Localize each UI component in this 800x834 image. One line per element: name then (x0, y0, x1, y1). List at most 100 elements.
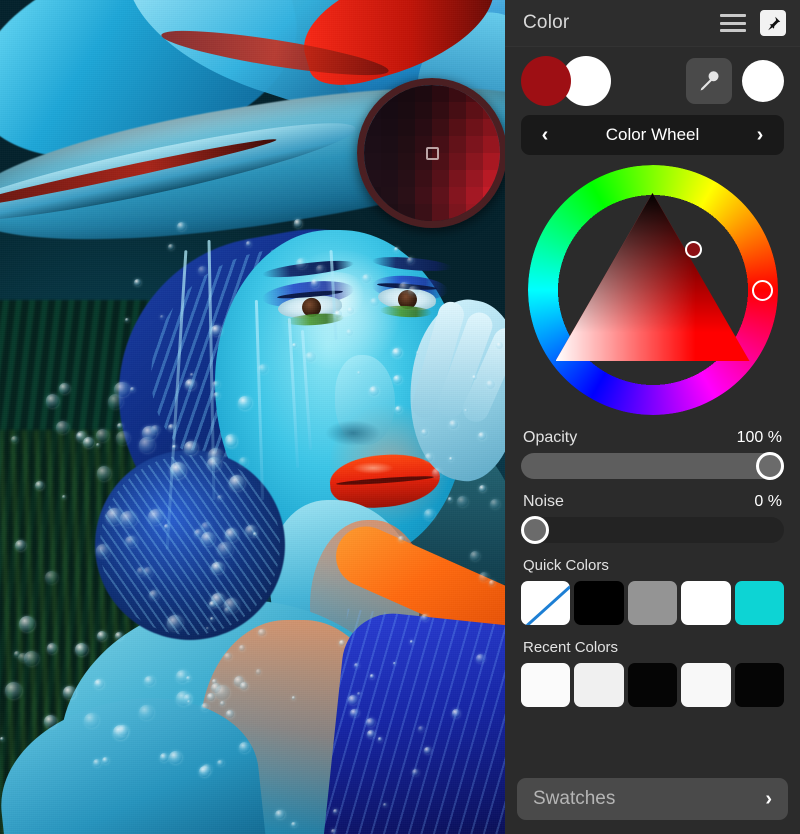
loupe-pixel (466, 136, 483, 153)
photo-bubble (377, 737, 383, 742)
quick-color-swatch-gray[interactable] (627, 581, 678, 625)
quick-color-swatch-black[interactable] (574, 581, 624, 625)
photo-bubble (291, 342, 297, 348)
next-mode-arrow[interactable]: › (750, 125, 770, 145)
loupe-pixel (364, 85, 381, 102)
recent-color-swatch-black-2[interactable] (734, 663, 785, 707)
quick-color-swatch-white[interactable] (681, 581, 731, 625)
color-picker-loupe[interactable] (357, 78, 505, 228)
loupe-pixel (398, 102, 415, 119)
photo-nose-shadow (325, 420, 381, 446)
photo-bubble (449, 420, 458, 429)
loupe-pixel (381, 204, 398, 221)
photo-bubble (471, 374, 477, 380)
loupe-pixel (415, 170, 432, 187)
loupe-pixel (432, 204, 449, 221)
photo-bubble (216, 541, 233, 558)
loupe-pixel (466, 187, 483, 204)
noise-slider-knob[interactable] (521, 516, 549, 544)
photo-bubble (14, 651, 20, 657)
photo-bubble (255, 669, 262, 675)
opacity-slider-track[interactable] (521, 452, 784, 480)
loupe-pixel (449, 187, 466, 204)
photo-bubble (409, 639, 414, 644)
photo-bubble (258, 628, 266, 637)
color-chips-row (521, 47, 784, 115)
loupe-pixel (398, 119, 415, 136)
photo-bubble (201, 703, 210, 711)
photo-bubble (369, 674, 375, 679)
photo-bubble (125, 536, 137, 548)
color-mode-nav[interactable]: ‹ Color Wheel › (521, 115, 784, 155)
swatches-button[interactable]: Swatches › (517, 778, 788, 820)
loupe-pixel (415, 85, 432, 102)
loupe-pixel (381, 136, 398, 153)
loupe-pixel (466, 85, 483, 102)
panel-header-icons (720, 10, 786, 36)
photo-bubble (113, 381, 130, 398)
loupe-pixel (381, 153, 398, 170)
photo-bubble (361, 273, 371, 284)
loupe-pixel (483, 187, 500, 204)
hamburger-menu-icon[interactable] (720, 14, 746, 32)
saturation-value-triangle[interactable] (555, 193, 750, 387)
photo-bubble (244, 524, 257, 537)
foreground-background-chips[interactable] (521, 56, 611, 106)
loupe-pixel (483, 170, 500, 187)
noise-slider-track[interactable] (521, 516, 784, 544)
loupe-pixel (466, 170, 483, 187)
loupe-pixel (483, 204, 500, 221)
hue-selection-marker[interactable] (752, 279, 773, 301)
current-color-preview[interactable] (742, 60, 784, 102)
photo-bubble (144, 675, 155, 687)
loupe-pixel (364, 119, 381, 136)
photo-bubble (95, 442, 101, 447)
color-wheel[interactable] (527, 165, 778, 415)
triangle-selection-marker[interactable] (685, 240, 702, 258)
color-wheel-container[interactable] (521, 155, 784, 425)
panel-body: ‹ Color Wheel › Opacity 100 % Noise 0 % … (505, 47, 800, 768)
recent-color-swatch-near-white-3[interactable] (681, 663, 731, 707)
photo-bubble (456, 495, 468, 507)
photo-bubble (421, 613, 429, 621)
photo-bubble (44, 570, 58, 584)
photo-bubble (383, 803, 387, 808)
prev-mode-arrow[interactable]: ‹ (535, 125, 555, 145)
loupe-pixel (398, 204, 415, 221)
opacity-value: 100 % (736, 429, 782, 446)
photo-bubble (206, 693, 215, 702)
foreground-color-chip[interactable] (521, 56, 571, 106)
photo-bubble (448, 457, 453, 461)
app-root: Color ‹ Color Wheel › Opacity 100 % Nois… (0, 0, 800, 834)
photo-bubble (96, 466, 112, 481)
opacity-slider-knob[interactable] (756, 452, 784, 480)
photo-bubble (424, 747, 431, 754)
image-canvas[interactable] (0, 0, 505, 834)
quick-color-swatch-none[interactable] (521, 581, 571, 625)
recent-color-swatch-black-1[interactable] (627, 663, 678, 707)
pin-icon[interactable] (760, 10, 786, 36)
photo-bubble (46, 643, 58, 654)
photo-bubble (175, 690, 191, 707)
loupe-pixel (483, 119, 500, 136)
photo-bubble (224, 528, 239, 542)
recent-color-swatch-near-white-2[interactable] (574, 663, 624, 707)
photo-bubble (5, 682, 23, 699)
photo-bubble (210, 682, 221, 693)
photo-bubble (134, 279, 141, 286)
opacity-label: Opacity (523, 429, 578, 446)
photo-bubble (216, 494, 223, 502)
photo-bubble (190, 373, 194, 377)
swatches-footer: Swatches › (505, 768, 800, 834)
loupe-pixel (364, 170, 381, 187)
recent-color-swatch-near-white-1[interactable] (521, 663, 571, 707)
photo-bubble (291, 696, 296, 700)
loupe-pixel (449, 119, 466, 136)
quick-color-swatch-cyan[interactable] (734, 581, 785, 625)
photo-bubble (116, 422, 123, 429)
loupe-pixel (483, 153, 500, 170)
opacity-slider-block: Opacity 100 % (521, 429, 784, 480)
loupe-pixel (415, 119, 432, 136)
eyedropper-button[interactable] (686, 58, 732, 104)
photo-bubble (356, 691, 361, 696)
